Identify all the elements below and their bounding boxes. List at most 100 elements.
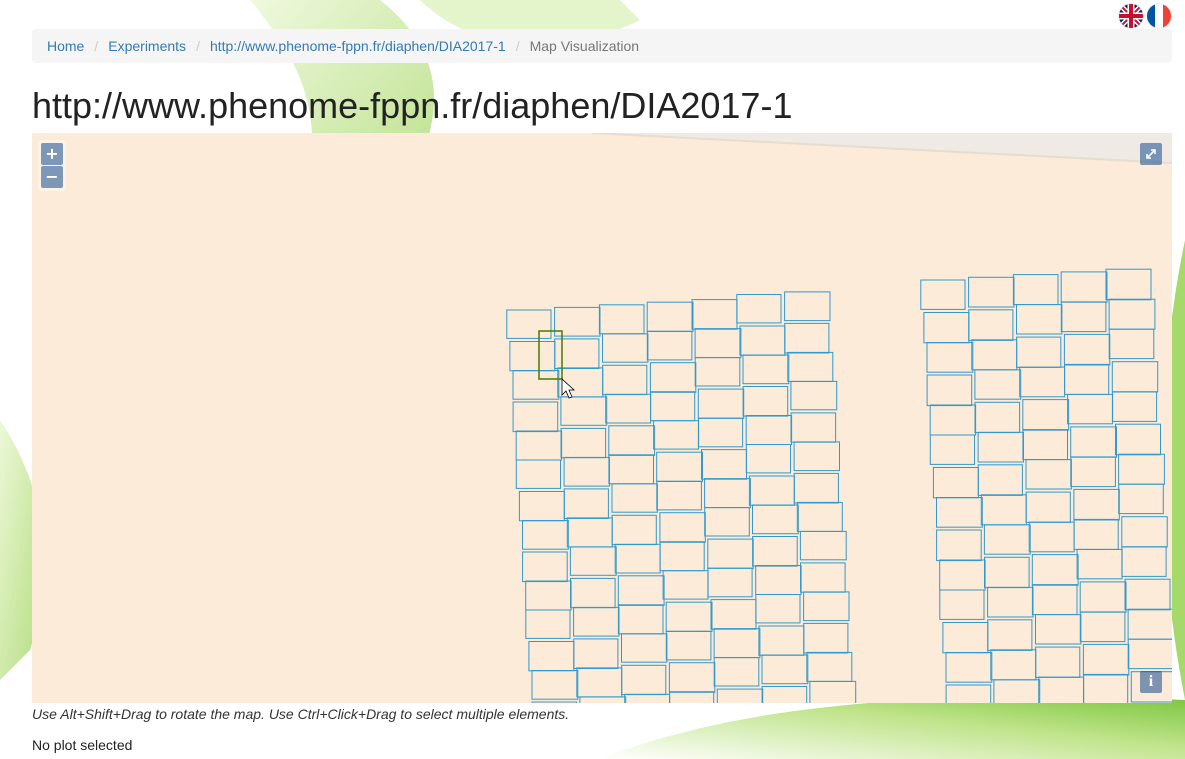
- plot-cell[interactable]: [573, 638, 619, 669]
- plot-cell[interactable]: [796, 501, 843, 532]
- plot-cell[interactable]: [563, 456, 610, 487]
- plot-cell[interactable]: [980, 494, 1027, 526]
- plot-cell[interactable]: [659, 512, 706, 543]
- plot-cell[interactable]: [1025, 459, 1072, 490]
- plot-cell[interactable]: [691, 299, 738, 330]
- plot-cell[interactable]: [1031, 554, 1079, 586]
- plot-cell[interactable]: [1028, 521, 1075, 553]
- plot-cell[interactable]: [923, 312, 970, 344]
- plot-cell[interactable]: [1016, 336, 1062, 368]
- plot-cell[interactable]: [611, 483, 658, 513]
- plot-cell[interactable]: [668, 662, 716, 693]
- plot-cell[interactable]: [665, 601, 713, 633]
- plot-cell[interactable]: [1115, 423, 1161, 456]
- plot-cell[interactable]: [602, 333, 649, 363]
- plot-cell[interactable]: [1076, 548, 1123, 580]
- plot-cell[interactable]: [745, 444, 791, 474]
- plot-cell[interactable]: [598, 304, 645, 335]
- plot-cell[interactable]: [522, 520, 569, 550]
- plot-cell[interactable]: [716, 688, 764, 703]
- plot-cell[interactable]: [993, 679, 1041, 703]
- plot-cell[interactable]: [1111, 391, 1158, 422]
- plot-cell[interactable]: [659, 541, 705, 572]
- plot-cell[interactable]: [1035, 646, 1081, 678]
- plot-cell[interactable]: [1019, 366, 1066, 398]
- plot-cell[interactable]: [926, 342, 974, 373]
- plot-cell[interactable]: [809, 680, 857, 703]
- plot-cell[interactable]: [752, 536, 798, 567]
- fr-flag-icon[interactable]: [1147, 4, 1171, 28]
- plot-cell[interactable]: [1070, 456, 1116, 488]
- plot-cell[interactable]: [968, 276, 1015, 308]
- plot-cell[interactable]: [694, 357, 741, 387]
- plot-cell[interactable]: [669, 691, 715, 703]
- plot-cell[interactable]: [1035, 614, 1082, 645]
- plot-cell[interactable]: [665, 630, 712, 661]
- plot-cell[interactable]: [971, 339, 1018, 371]
- plot-cell[interactable]: [621, 633, 668, 663]
- plot-cell[interactable]: [617, 604, 664, 635]
- plot-cell[interactable]: [573, 606, 620, 637]
- plot-cell[interactable]: [522, 551, 568, 583]
- plot-cell[interactable]: [621, 664, 667, 696]
- plot-cell[interactable]: [742, 386, 789, 417]
- plot-cell[interactable]: [932, 467, 979, 499]
- plot-cell[interactable]: [1118, 453, 1165, 485]
- plot-cell[interactable]: [1063, 333, 1111, 366]
- plot-cell[interactable]: [713, 628, 761, 659]
- plot-cell[interactable]: [515, 430, 563, 461]
- plot-cell[interactable]: [512, 370, 560, 400]
- plot-cell[interactable]: [579, 696, 627, 703]
- plot-cell[interactable]: [929, 434, 975, 465]
- plot-cell[interactable]: [710, 599, 757, 630]
- plot-cell[interactable]: [624, 693, 671, 703]
- plot-cell[interactable]: [784, 322, 830, 354]
- plot-cell[interactable]: [990, 649, 1037, 681]
- plot-cell[interactable]: [697, 417, 744, 448]
- plot-cell[interactable]: [803, 591, 850, 622]
- plot-cell[interactable]: [1022, 429, 1069, 461]
- zoom-in-button[interactable]: +: [41, 143, 63, 165]
- plot-cell[interactable]: [1025, 491, 1071, 523]
- plot-cell[interactable]: [713, 657, 760, 687]
- plot-cell[interactable]: [1124, 578, 1171, 611]
- plot-cell[interactable]: [1070, 426, 1117, 458]
- plot-cell[interactable]: [608, 454, 655, 485]
- plot-cell[interactable]: [1038, 676, 1085, 703]
- plot-cell[interactable]: [761, 686, 808, 704]
- plot-cell[interactable]: [576, 667, 623, 698]
- plot-cell[interactable]: [515, 459, 561, 489]
- plot-cell[interactable]: [1127, 638, 1172, 670]
- plot-cell[interactable]: [697, 388, 745, 419]
- plot-cell[interactable]: [1118, 483, 1164, 515]
- plot-cell[interactable]: [939, 559, 986, 591]
- plot-cell[interactable]: [745, 415, 793, 445]
- plot-cell[interactable]: [528, 641, 575, 672]
- plot-cell[interactable]: [1108, 298, 1156, 330]
- plot-cell[interactable]: [605, 393, 652, 424]
- plot-cell[interactable]: [611, 514, 657, 546]
- plot-cell[interactable]: [942, 622, 989, 654]
- plot-cell[interactable]: [1111, 361, 1159, 393]
- plot-cell[interactable]: [748, 475, 795, 506]
- plot-cell[interactable]: [977, 464, 1023, 496]
- plot-cell[interactable]: [560, 427, 607, 459]
- plot-cell[interactable]: [736, 294, 782, 324]
- plot-cell[interactable]: [525, 609, 571, 639]
- plot-cell[interactable]: [531, 670, 579, 700]
- plot-cell[interactable]: [512, 401, 559, 433]
- plot-cell[interactable]: [920, 279, 966, 310]
- plot-cell[interactable]: [799, 530, 847, 561]
- plot-cell[interactable]: [790, 412, 837, 443]
- plot-cell[interactable]: [803, 622, 849, 654]
- plot-layer[interactable]: [32, 133, 1172, 703]
- plot-cell[interactable]: [1121, 516, 1168, 548]
- plot-cell[interactable]: [1105, 268, 1152, 301]
- plot-cell[interactable]: [784, 291, 831, 322]
- plot-cell[interactable]: [509, 341, 556, 372]
- plot-block-right[interactable]: [920, 268, 1172, 703]
- plot-cell[interactable]: [974, 369, 1022, 400]
- plot-cell[interactable]: [570, 577, 616, 609]
- plot-cell[interactable]: [646, 330, 693, 361]
- plot-cell[interactable]: [1079, 581, 1127, 613]
